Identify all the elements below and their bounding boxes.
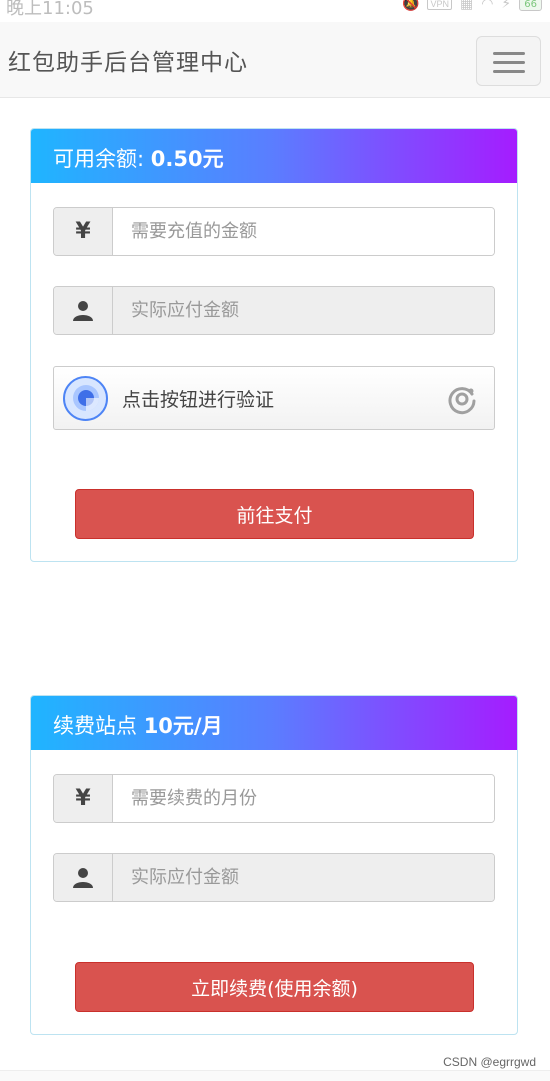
captcha-label: 点击按钮进行验证 — [122, 388, 275, 411]
renew-actual-group — [53, 853, 495, 902]
captcha-icon — [63, 375, 108, 421]
navbar: 红包助手后台管理中心 — [0, 22, 550, 98]
battery-icon: 66 — [519, 0, 542, 11]
renew-price: 10元/月 — [143, 714, 223, 738]
hamburger-icon — [493, 70, 525, 73]
yen-icon: ¥ — [54, 208, 113, 255]
menu-toggle-button[interactable] — [476, 36, 541, 86]
signal-icon: ▦ — [459, 0, 474, 12]
user-icon — [54, 854, 113, 901]
mute-bell-icon: 🔕 — [402, 0, 420, 12]
wifi-icon: ◠ — [481, 0, 494, 12]
brand-title[interactable]: 红包助手后台管理中心 — [8, 43, 248, 77]
status-time: 晚上11:05 — [6, 0, 94, 19]
captcha-verify-button[interactable]: 点击按钮进行验证 — [53, 366, 495, 430]
status-bar: 晚上11:05 🔕 VPN ▦ ◠ ⚡ 66 — [0, 0, 550, 22]
refresh-icon[interactable] — [446, 383, 478, 419]
recharge-panel: 可用余额: 0.50元 ¥ 点击按钮进行验证 前往支付 — [30, 128, 518, 562]
recharge-amount-group: ¥ — [53, 207, 495, 256]
recharge-amount-input[interactable] — [113, 208, 494, 255]
renew-panel-header: 续费站点 10元/月 — [31, 696, 517, 750]
vpn-icon: VPN — [427, 0, 452, 10]
renew-label: 续费站点 — [53, 714, 144, 738]
go-pay-button[interactable]: 前往支付 — [75, 489, 474, 539]
recharge-actual-pay-input[interactable] — [113, 287, 494, 334]
recharge-actual-group — [53, 286, 495, 335]
charging-icon: ⚡ — [501, 0, 512, 12]
bottom-divider — [0, 1070, 550, 1081]
renew-months-input[interactable] — [113, 775, 494, 822]
renew-panel: 续费站点 10元/月 ¥ 立即续费(使用余额) — [30, 695, 518, 1035]
balance-label: 可用余额: — [53, 147, 151, 171]
user-icon — [54, 287, 113, 334]
balance-amount: 0.50元 — [150, 147, 224, 171]
watermark: CSDN @egrrgwd — [443, 1055, 536, 1069]
renew-actual-pay-input[interactable] — [113, 854, 494, 901]
yen-icon: ¥ — [54, 775, 113, 822]
renew-now-button[interactable]: 立即续费(使用余额) — [75, 962, 474, 1012]
hamburger-icon — [493, 61, 525, 64]
hamburger-icon — [493, 52, 525, 55]
recharge-panel-header: 可用余额: 0.50元 — [31, 129, 517, 183]
status-icons: 🔕 VPN ▦ ◠ ⚡ 66 — [402, 0, 542, 12]
renew-months-group: ¥ — [53, 774, 495, 823]
